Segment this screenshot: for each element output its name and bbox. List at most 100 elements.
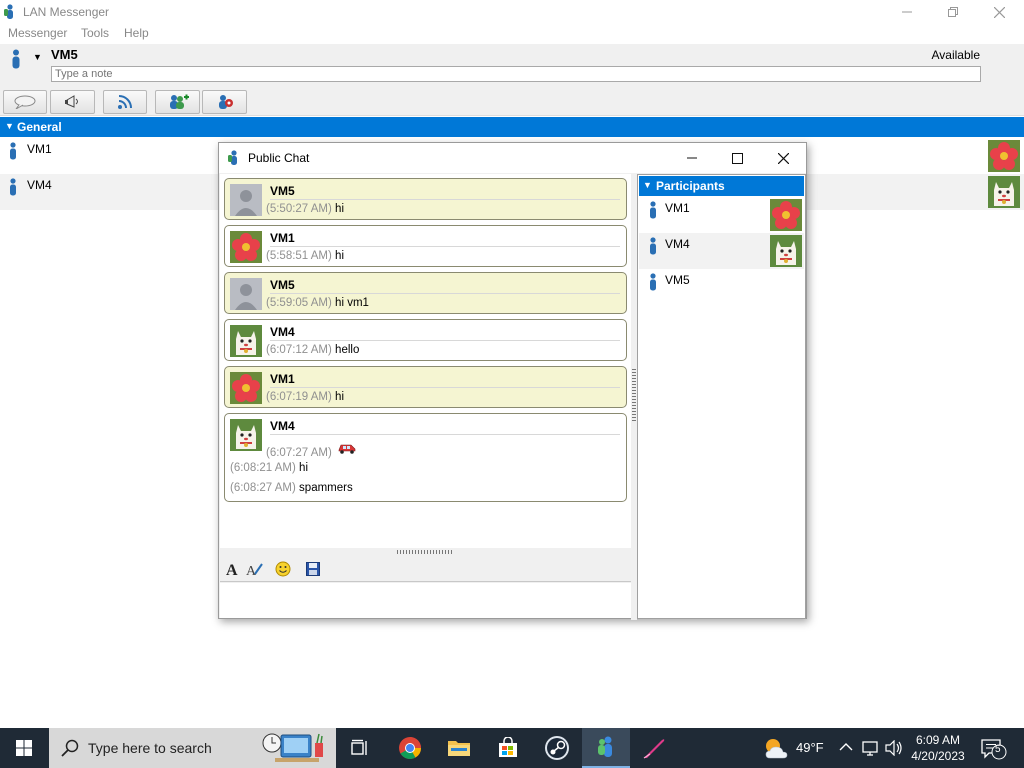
store-bag-icon xyxy=(499,737,517,757)
default-avatar xyxy=(230,184,262,216)
participant-item[interactable]: VM1 xyxy=(639,197,804,233)
lan-messenger-taskbar-button[interactable] xyxy=(582,728,630,768)
message-line: (6:07:12 AM) hello xyxy=(266,344,359,356)
chat-maximize-button[interactable] xyxy=(714,143,760,173)
horizontal-splitter[interactable] xyxy=(220,548,631,556)
status-text[interactable]: Available xyxy=(932,48,980,62)
message-line: (6:08:27 AM) spammers xyxy=(230,482,353,494)
weather-temperature[interactable]: 49°F xyxy=(796,740,824,755)
message-sender: VM1 xyxy=(270,231,295,245)
splitter-grip-icon xyxy=(632,369,636,423)
message-text: hi xyxy=(335,203,344,215)
contact-settings-button[interactable] xyxy=(202,90,247,114)
status-dropdown-icon[interactable]: ▼ xyxy=(33,52,42,62)
windows-logo-icon xyxy=(16,740,32,756)
message-bubble: VM4 (6:07:27 AM) (6:08:21 AM) hi (6:08:2… xyxy=(224,413,627,502)
splitter-grip-icon xyxy=(397,550,452,554)
store-taskbar-button[interactable] xyxy=(484,728,532,768)
contact-group-header[interactable]: ▼ General xyxy=(0,117,1024,137)
flower-avatar xyxy=(230,231,262,263)
flower-avatar xyxy=(988,140,1020,172)
message-text: hi xyxy=(335,391,344,403)
participant-status-icon xyxy=(650,201,656,219)
clock-time: 6:09 AM xyxy=(915,733,961,747)
menu-messenger[interactable]: Messenger xyxy=(8,26,67,40)
start-button[interactable] xyxy=(0,728,48,768)
message-separator xyxy=(270,434,620,435)
lucky-cat-avatar xyxy=(770,235,802,267)
svg-text:A: A xyxy=(246,564,257,577)
taskbar-search-box[interactable]: Type here to search xyxy=(49,728,336,768)
message-separator xyxy=(270,387,620,388)
message-text: hello xyxy=(335,344,360,356)
participants-header[interactable]: ▼ Participants xyxy=(639,176,804,196)
rss-feed-icon xyxy=(118,95,132,109)
flower-avatar xyxy=(770,199,802,231)
app-taskbar-button[interactable] xyxy=(630,728,678,768)
contact-name: VM1 xyxy=(27,142,52,156)
file-explorer-taskbar-button[interactable] xyxy=(435,728,483,768)
chevron-up-icon[interactable] xyxy=(839,742,853,752)
title-bar: LAN Messenger xyxy=(0,0,1024,24)
message-text: hi xyxy=(335,250,344,262)
message-history[interactable]: VM5 (5:50:27 AM) hi VM1 (5:58:51 AM) hi … xyxy=(220,174,631,548)
weather-partly-sunny-icon xyxy=(765,739,788,759)
lan-messenger-icon xyxy=(228,150,237,165)
steam-taskbar-button[interactable] xyxy=(533,728,581,768)
main-toolbar xyxy=(0,88,1024,116)
menu-help[interactable]: Help xyxy=(124,26,149,40)
participants-title: Participants xyxy=(656,179,725,193)
broadcast-button[interactable] xyxy=(50,90,95,114)
contact-status-icon xyxy=(10,142,16,160)
message-bubble: VM4 (6:07:12 AM) hello xyxy=(224,319,627,361)
collapse-triangle-icon: ▼ xyxy=(643,180,652,190)
participant-item[interactable]: VM4 xyxy=(639,233,804,269)
volume-icon[interactable] xyxy=(885,740,903,756)
close-button[interactable] xyxy=(976,0,1022,24)
rss-button[interactable] xyxy=(103,90,147,114)
message-line: (6:08:21 AM) hi xyxy=(230,462,308,474)
chat-button[interactable] xyxy=(3,90,47,114)
menu-tools[interactable]: Tools xyxy=(81,26,109,40)
notification-center-button[interactable]: 5 xyxy=(980,738,1010,763)
minimize-button[interactable] xyxy=(884,0,930,24)
chat-window-title: Public Chat xyxy=(248,151,310,165)
flower-avatar xyxy=(230,372,262,404)
participant-name: VM1 xyxy=(665,201,690,215)
restore-button[interactable] xyxy=(930,0,976,24)
notification-count: 5 xyxy=(995,744,1001,755)
save-button[interactable] xyxy=(303,559,323,579)
add-user-icon xyxy=(169,94,189,109)
search-highlight-illustration-icon xyxy=(262,733,323,762)
add-contact-button[interactable] xyxy=(155,90,200,114)
emoticon-button[interactable] xyxy=(273,559,293,579)
message-line: (5:59:05 AM) hi vm1 xyxy=(266,297,369,309)
message-bubble: VM5 (5:59:05 AM) hi vm1 xyxy=(224,272,627,314)
participant-item[interactable]: VM5 xyxy=(639,269,804,305)
chat-minimize-button[interactable] xyxy=(669,143,715,173)
contact-name: VM4 xyxy=(27,178,52,192)
participant-status-icon xyxy=(650,273,656,291)
message-timestamp: (5:58:51 AM) xyxy=(266,250,332,262)
user-status-icon[interactable] xyxy=(10,49,22,69)
lucky-cat-avatar xyxy=(988,176,1020,208)
message-timestamp: (6:07:27 AM) xyxy=(266,447,332,459)
message-text: hi xyxy=(299,462,308,474)
close-icon xyxy=(993,6,1005,18)
message-sender: VM5 xyxy=(270,278,295,292)
network-icon[interactable] xyxy=(862,740,880,756)
message-input[interactable] xyxy=(220,583,631,618)
lucky-cat-avatar xyxy=(230,325,262,357)
font-icon: A xyxy=(226,562,238,577)
task-view-button[interactable] xyxy=(336,728,384,768)
message-separator xyxy=(270,199,620,200)
taskbar-clock[interactable]: 6:09 AM 4/20/2023 xyxy=(905,732,971,764)
font-button[interactable]: A xyxy=(223,559,243,579)
chrome-taskbar-button[interactable] xyxy=(386,728,434,768)
steam-icon xyxy=(545,736,569,760)
chat-close-button[interactable] xyxy=(760,143,806,173)
note-input[interactable] xyxy=(51,66,981,82)
message-sender: VM1 xyxy=(270,372,295,386)
font-color-button[interactable]: A xyxy=(245,559,265,579)
message-bubble: VM5 (5:50:27 AM) hi xyxy=(224,178,627,220)
